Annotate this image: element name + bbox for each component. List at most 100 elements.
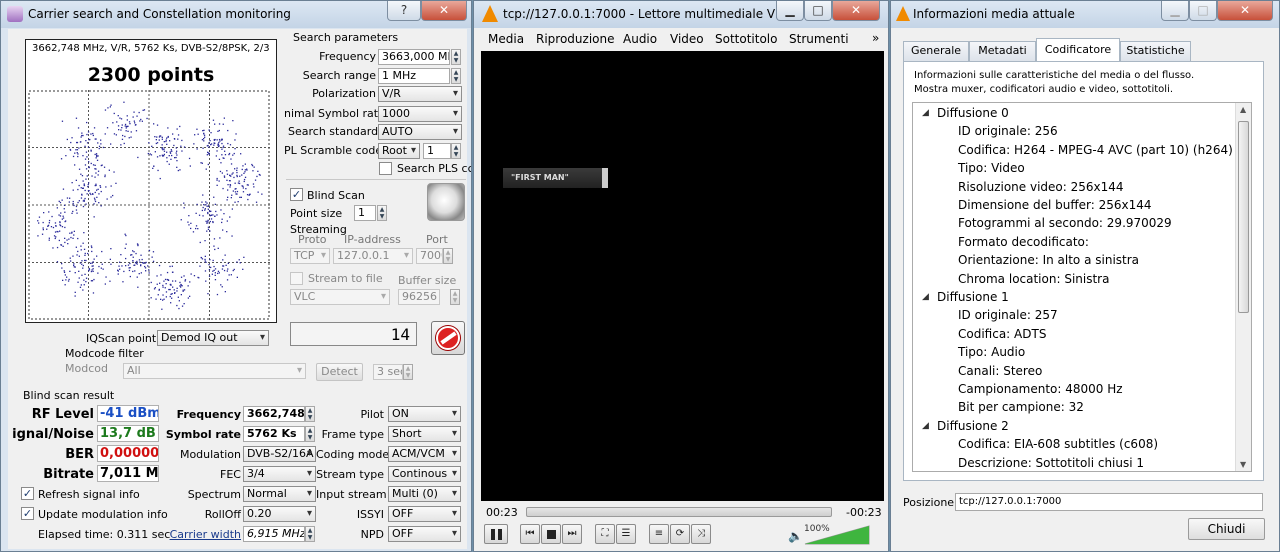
position-field[interactable]: tcp://127.0.0.1:7000 [955, 493, 1263, 511]
extended-settings-button[interactable]: ☰ [616, 524, 636, 544]
stop-playback-button[interactable] [541, 524, 561, 544]
pl-scramble-input[interactable]: 1 [423, 143, 451, 159]
issyi-select[interactable]: OFF [388, 506, 461, 522]
detect-button[interactable]: Detect [316, 363, 363, 381]
tab-statistiche[interactable]: Statistiche [1120, 41, 1191, 61]
volume-icon[interactable]: 🔈 [788, 529, 803, 543]
prev-button[interactable]: ⏮ [520, 524, 540, 544]
tree-scrollbar[interactable]: ▲ ▼ [1235, 103, 1251, 471]
pl-scramble-spinner[interactable]: ▲ ▼ [451, 143, 461, 159]
volume-slider[interactable] [804, 525, 870, 545]
info-close-button[interactable]: ✕ [1217, 1, 1273, 21]
chiudi-button[interactable]: Chiudi [1188, 518, 1265, 540]
search-range-spinner[interactable]: ▲ ▼ [451, 68, 461, 84]
carrier-width-label[interactable]: Carrier width [161, 528, 241, 541]
loop-button[interactable]: ⟳ [670, 524, 690, 544]
codec-tree[interactable]: Diffusione 0 ◢ ID originale: 256 Codifica: … [912, 102, 1252, 472]
symbol-rate-spinner[interactable]: ▲ ▼ [305, 426, 315, 442]
info-maximize-button[interactable]: □ [1189, 1, 1217, 21]
pilot-select[interactable]: ON [388, 406, 461, 422]
vlc-maximize-button[interactable]: □ [804, 1, 832, 21]
stream-to-file-checkbox[interactable] [290, 272, 303, 285]
tree-stream-node[interactable]: Diffusione 1 [937, 288, 1009, 306]
tree-expand-icon[interactable]: ◢ [922, 108, 929, 118]
fec-select[interactable]: 3/4 [243, 466, 316, 482]
sec-spinner[interactable]: ▲ ▼ [403, 364, 413, 380]
carrier-width-spinner[interactable]: ▲ ▼ [305, 526, 315, 542]
carrier-window: Carrier search and Constellation monitor… [0, 0, 472, 552]
tree-stream-node[interactable]: Diffusione 2 [937, 417, 1009, 435]
info-titlebar[interactable]: Informazioni media attuale ▁ □ ✕ [891, 1, 1279, 28]
satellite-dish-icon[interactable] [427, 183, 465, 221]
vlc-titlebar[interactable]: tcp://127.0.0.1:7000 - Lettore multimedi… [474, 1, 888, 28]
tree-expand-icon[interactable]: ◢ [922, 292, 929, 302]
constellation-point [121, 138, 124, 140]
tree-expand-icon[interactable]: ◢ [922, 421, 929, 431]
rolloff-select[interactable]: 0.20 [243, 506, 316, 522]
carrier-titlebar[interactable]: Carrier search and Constellation monitor… [1, 1, 471, 28]
port-spinner[interactable]: ▲ ▼ [443, 248, 453, 264]
menu-sottotitolo[interactable]: Sottotitolo [715, 32, 777, 46]
playlist-button[interactable]: ≡ [649, 524, 669, 544]
update-modulation-checkbox[interactable]: ✓ [21, 507, 34, 520]
media-info-window: Informazioni media attuale ▁ □ ✕ General… [890, 0, 1280, 552]
constellation-point [95, 172, 97, 174]
video-area[interactable]: "FIRST MAN" [481, 51, 884, 501]
search-standard-select[interactable]: AUTO [378, 124, 462, 140]
close-button[interactable]: ✕ [421, 1, 467, 21]
proto-select[interactable]: TCP [290, 248, 330, 264]
npd-select[interactable]: OFF [388, 526, 461, 542]
point-size-spinner[interactable]: ▲ ▼ [377, 205, 387, 221]
scroll-down-arrow[interactable]: ▼ [1240, 460, 1246, 469]
menu-media[interactable]: Media [488, 32, 524, 46]
min-symbol-rate-select[interactable]: 1000 [378, 106, 462, 122]
spectrum-select[interactable]: Normal [243, 486, 316, 502]
next-button[interactable]: ⏭ [562, 524, 582, 544]
frequency-spinner[interactable]: ▲ ▼ [451, 49, 461, 65]
search-pls-checkbox[interactable] [379, 162, 392, 175]
modcode-select[interactable]: All [123, 363, 306, 379]
menu-strumenti[interactable]: Strumenti [789, 32, 849, 46]
point-size-input[interactable]: 1 [354, 205, 376, 221]
coding-mode-select[interactable]: ACM/VCM [388, 446, 461, 462]
stop-button[interactable] [431, 321, 465, 355]
frequency-input[interactable]: 3663,000 MHz [378, 49, 450, 65]
tree-stream-node[interactable]: Diffusione 0 [937, 104, 1009, 122]
menu-riproduzione[interactable]: Riproduzione [536, 32, 615, 46]
scroll-thumb[interactable] [1238, 121, 1249, 313]
port-input[interactable]: 7000 [416, 248, 443, 264]
constellation-point [167, 279, 170, 281]
buffer-size-spinner[interactable]: ▲ ▼ [450, 289, 460, 305]
menu-audio[interactable]: Audio [623, 32, 657, 46]
seek-bar[interactable] [526, 507, 832, 517]
tab-codificatore[interactable]: Codificatore [1036, 38, 1120, 62]
vlc-minimize-button[interactable]: ▁ [776, 1, 804, 21]
iqscan-select[interactable]: Demod IQ out [157, 330, 269, 346]
ip-address-select[interactable]: 127.0.0.1 [333, 248, 413, 264]
blind-scan-checkbox[interactable]: ✓ [290, 188, 303, 201]
search-range-input[interactable]: 1 MHz [378, 68, 450, 84]
tab-generale[interactable]: Generale [903, 41, 969, 61]
fullscreen-button[interactable]: ⛶ [595, 524, 615, 544]
random-button[interactable]: ⤨ [691, 524, 711, 544]
modulation-select[interactable]: DVB-S2/16A [243, 446, 316, 462]
frame-type-select[interactable]: Short [388, 426, 461, 442]
help-button[interactable]: ? [387, 1, 421, 21]
menu-video[interactable]: Video [670, 32, 704, 46]
res-frequency-spinner[interactable]: ▲ ▼ [305, 406, 315, 422]
input-stream-select[interactable]: Multi (0) [388, 486, 461, 502]
refresh-signal-checkbox[interactable]: ✓ [21, 487, 34, 500]
sec-input[interactable]: 3 sec [373, 364, 403, 380]
stream-type-select[interactable]: Continous [388, 466, 461, 482]
scroll-up-arrow[interactable]: ▲ [1240, 105, 1246, 114]
stream-format-select[interactable]: VLC [290, 289, 390, 305]
constellation-point [224, 154, 227, 156]
pl-scramble-mode-select[interactable]: Root [378, 143, 420, 159]
tab-metadati[interactable]: Metadati [969, 41, 1036, 61]
vlc-close-button[interactable]: ✕ [832, 1, 880, 21]
info-minimize-button[interactable]: ▁ [1161, 1, 1189, 21]
pause-button[interactable] [484, 524, 508, 544]
polarization-select[interactable]: V/R [378, 86, 462, 102]
menu-more[interactable]: » [872, 31, 879, 45]
buffer-size-input[interactable]: 96256 [398, 289, 440, 305]
